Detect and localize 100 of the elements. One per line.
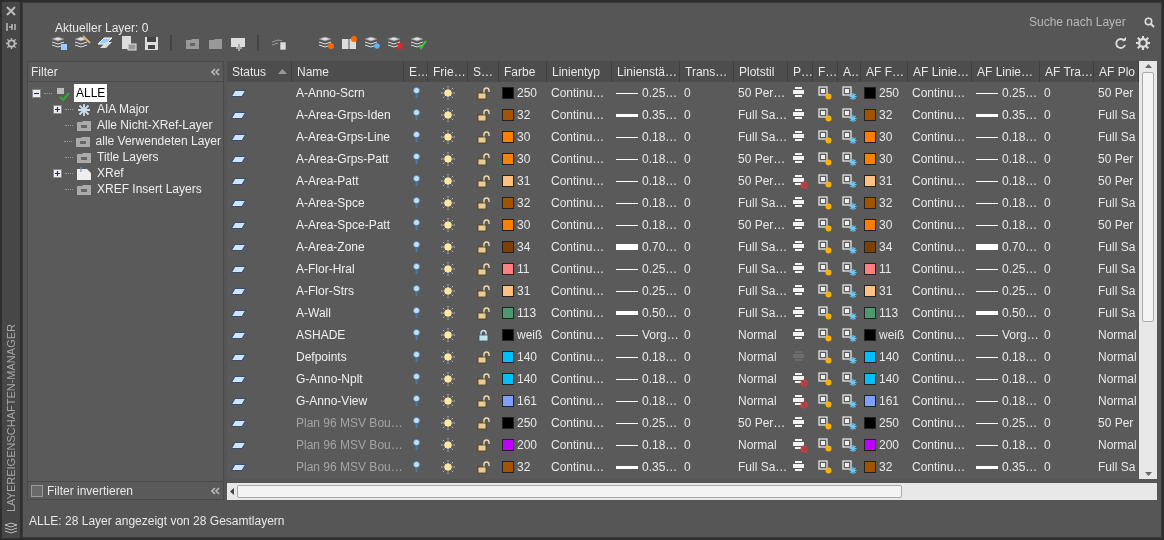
sun-icon[interactable]: [441, 86, 455, 100]
checkbox[interactable]: [31, 484, 43, 497]
sun-icon[interactable]: [441, 262, 455, 276]
lightbulb-icon[interactable]: [412, 461, 420, 473]
close-icon[interactable]: [6, 6, 16, 16]
collapse-icon[interactable]: [211, 486, 220, 495]
viewport-sun-icon[interactable]: [818, 393, 833, 409]
viewport-snowflake-icon[interactable]: [842, 415, 857, 431]
scroll-thumb[interactable]: [237, 485, 902, 498]
color-swatch[interactable]: [864, 131, 876, 143]
collapse-icon[interactable]: [211, 67, 220, 76]
color-swatch[interactable]: [502, 373, 514, 385]
horizontal-scrollbar[interactable]: [227, 483, 1157, 500]
expand-toggle-icon[interactable]: [53, 168, 62, 178]
color-swatch[interactable]: [864, 395, 876, 407]
open-padlock-icon[interactable]: [477, 416, 490, 430]
viewport-sun-icon[interactable]: [818, 459, 833, 475]
viewport-snowflake-icon[interactable]: [842, 261, 857, 277]
color-swatch[interactable]: [502, 241, 514, 253]
color-swatch[interactable]: [502, 175, 514, 187]
viewport-sun-icon[interactable]: [818, 173, 833, 189]
open-padlock-icon[interactable]: [477, 350, 490, 364]
column-header[interactable]: A…: [838, 61, 861, 82]
scroll-down-icon[interactable]: [1144, 472, 1152, 476]
expand-toggle-icon[interactable]: [53, 104, 62, 114]
column-header[interactable]: Trans…: [680, 61, 734, 82]
toolbar-button[interactable]: [49, 33, 68, 53]
viewport-snowflake-icon[interactable]: [842, 283, 857, 299]
color-swatch[interactable]: [502, 351, 514, 363]
sun-icon[interactable]: [441, 240, 455, 254]
column-header[interactable]: P…: [788, 61, 813, 82]
viewport-snowflake-icon[interactable]: [842, 349, 857, 365]
open-padlock-icon[interactable]: [477, 262, 490, 276]
color-swatch[interactable]: [502, 219, 514, 231]
color-swatch[interactable]: [864, 197, 876, 209]
lightbulb-icon[interactable]: [412, 197, 420, 209]
lightbulb-icon[interactable]: [412, 329, 420, 341]
open-padlock-icon[interactable]: [477, 86, 490, 100]
color-swatch[interactable]: [502, 307, 514, 319]
color-swatch[interactable]: [864, 175, 876, 187]
color-swatch[interactable]: [502, 87, 514, 99]
collapse-toggle-icon[interactable]: [32, 88, 41, 98]
layers-icon[interactable]: [4, 522, 18, 534]
column-header[interactable]: Frie…: [428, 61, 468, 82]
color-swatch[interactable]: [502, 439, 514, 451]
column-header[interactable]: Status: [227, 61, 292, 82]
viewport-sun-icon[interactable]: [818, 85, 833, 101]
tree-item[interactable]: AIA Major: [95, 100, 152, 118]
color-swatch[interactable]: [502, 109, 514, 121]
sun-icon[interactable]: [441, 218, 455, 232]
column-header[interactable]: AF Linie…: [908, 61, 972, 82]
color-swatch[interactable]: [864, 109, 876, 121]
viewport-sun-icon[interactable]: [818, 327, 833, 343]
open-padlock-icon[interactable]: [477, 196, 490, 210]
color-swatch[interactable]: [864, 307, 876, 319]
viewport-sun-icon[interactable]: [818, 107, 833, 123]
viewport-snowflake-icon[interactable]: [842, 85, 857, 101]
sun-icon[interactable]: [441, 174, 455, 188]
viewport-snowflake-icon[interactable]: [842, 327, 857, 343]
viewport-sun-icon[interactable]: [818, 195, 833, 211]
color-swatch[interactable]: [502, 285, 514, 297]
pin-icon[interactable]: [6, 22, 16, 32]
viewport-snowflake-icon[interactable]: [842, 437, 857, 453]
viewport-sun-icon[interactable]: [818, 283, 833, 299]
sun-icon[interactable]: [441, 108, 455, 122]
column-header[interactable]: AF F…: [861, 61, 908, 82]
column-header[interactable]: E…: [404, 61, 428, 82]
viewport-sun-icon[interactable]: [818, 371, 833, 387]
viewport-snowflake-icon[interactable]: [842, 459, 857, 475]
color-swatch[interactable]: [864, 219, 876, 231]
printer-icon[interactable]: [793, 371, 808, 387]
lightbulb-icon[interactable]: [412, 417, 420, 429]
printer-icon[interactable]: [793, 393, 808, 409]
color-swatch[interactable]: [864, 373, 876, 385]
settings-icon[interactable]: [5, 38, 17, 49]
color-swatch[interactable]: [502, 461, 514, 473]
lightbulb-icon[interactable]: [412, 439, 420, 451]
open-padlock-icon[interactable]: [477, 240, 490, 254]
viewport-snowflake-icon[interactable]: [842, 173, 857, 189]
sun-icon[interactable]: [441, 394, 455, 408]
viewport-snowflake-icon[interactable]: [842, 239, 857, 255]
open-padlock-icon[interactable]: [477, 108, 490, 122]
tree-item[interactable]: XREF Insert Layers: [95, 180, 204, 198]
column-header[interactable]: F…: [813, 61, 838, 82]
padlock-icon[interactable]: [478, 328, 489, 342]
color-swatch[interactable]: [864, 153, 876, 165]
sun-icon[interactable]: [441, 284, 455, 298]
viewport-sun-icon[interactable]: [818, 305, 833, 321]
sun-icon[interactable]: [441, 460, 455, 474]
color-swatch[interactable]: [502, 417, 514, 429]
lightbulb-icon[interactable]: [412, 285, 420, 297]
open-padlock-icon[interactable]: [477, 284, 490, 298]
viewport-sun-icon[interactable]: [818, 151, 833, 167]
viewport-snowflake-icon[interactable]: [842, 129, 857, 145]
viewport-snowflake-icon[interactable]: [842, 151, 857, 167]
viewport-snowflake-icon[interactable]: [842, 107, 857, 123]
open-padlock-icon[interactable]: [477, 394, 490, 408]
settings-button[interactable]: [1133, 34, 1153, 52]
sun-icon[interactable]: [441, 438, 455, 452]
open-padlock-icon[interactable]: [477, 152, 490, 166]
